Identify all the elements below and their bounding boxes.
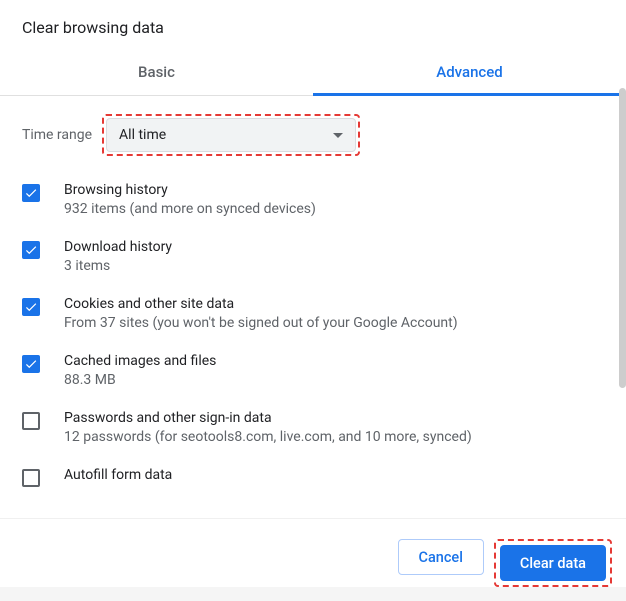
option-row: Autofill form data xyxy=(22,467,604,487)
option-subtitle: From 37 sites (you won't be signed out o… xyxy=(64,315,458,331)
option-subtitle: 12 passwords (for seotools8.com, live.co… xyxy=(64,429,472,445)
checkbox[interactable] xyxy=(22,412,40,430)
bottom-strip xyxy=(0,587,626,601)
checkbox[interactable] xyxy=(22,469,40,487)
option-text: Cached images and files 88.3 MB xyxy=(64,353,216,388)
option-text: Autofill form data xyxy=(64,467,172,486)
time-range-select[interactable]: All time xyxy=(106,118,356,152)
time-range-label: Time range xyxy=(22,127,92,143)
option-title: Cached images and files xyxy=(64,353,216,369)
option-title: Download history xyxy=(64,239,172,255)
option-row: Cookies and other site data From 37 sites… xyxy=(22,296,604,331)
content-area: Time range All time Browsing history 932 … xyxy=(0,96,626,501)
option-title: Cookies and other site data xyxy=(64,296,458,312)
option-subtitle: 3 items xyxy=(64,258,172,274)
dialog-footer: Cancel Clear data xyxy=(0,518,626,587)
option-title: Passwords and other sign-in data xyxy=(64,410,472,426)
checkbox[interactable] xyxy=(22,355,40,373)
time-range-highlight: All time xyxy=(102,114,360,156)
option-row: Browsing history 932 items (and more on s… xyxy=(22,182,604,217)
checkbox[interactable] xyxy=(22,184,40,202)
time-range-row: Time range All time xyxy=(22,114,604,156)
clear-data-highlight: Clear data xyxy=(494,539,612,587)
option-title: Autofill form data xyxy=(64,467,172,483)
option-title: Browsing history xyxy=(64,182,316,198)
option-subtitle: 88.3 MB xyxy=(64,372,216,388)
option-text: Browsing history 932 items (and more on s… xyxy=(64,182,316,217)
option-text: Passwords and other sign-in data 12 passw… xyxy=(64,410,472,445)
scrollbar-track xyxy=(618,88,626,493)
option-text: Download history 3 items xyxy=(64,239,172,274)
option-subtitle: 932 items (and more on synced devices) xyxy=(64,201,316,217)
checkbox[interactable] xyxy=(22,298,40,316)
option-row: Passwords and other sign-in data 12 passw… xyxy=(22,410,604,445)
clear-data-button[interactable]: Clear data xyxy=(500,545,606,581)
checkbox[interactable] xyxy=(22,241,40,259)
chevron-down-icon xyxy=(333,133,343,138)
option-row: Cached images and files 88.3 MB xyxy=(22,353,604,388)
option-row: Download history 3 items xyxy=(22,239,604,274)
tab-basic[interactable]: Basic xyxy=(0,49,313,95)
dialog-title: Clear browsing data xyxy=(0,0,626,49)
tabs: Basic Advanced xyxy=(0,49,626,96)
tab-advanced[interactable]: Advanced xyxy=(313,49,626,96)
cancel-button[interactable]: Cancel xyxy=(398,539,484,575)
option-text: Cookies and other site data From 37 sites… xyxy=(64,296,458,331)
scrollbar-thumb[interactable] xyxy=(619,88,626,388)
time-range-value: All time xyxy=(119,127,166,143)
